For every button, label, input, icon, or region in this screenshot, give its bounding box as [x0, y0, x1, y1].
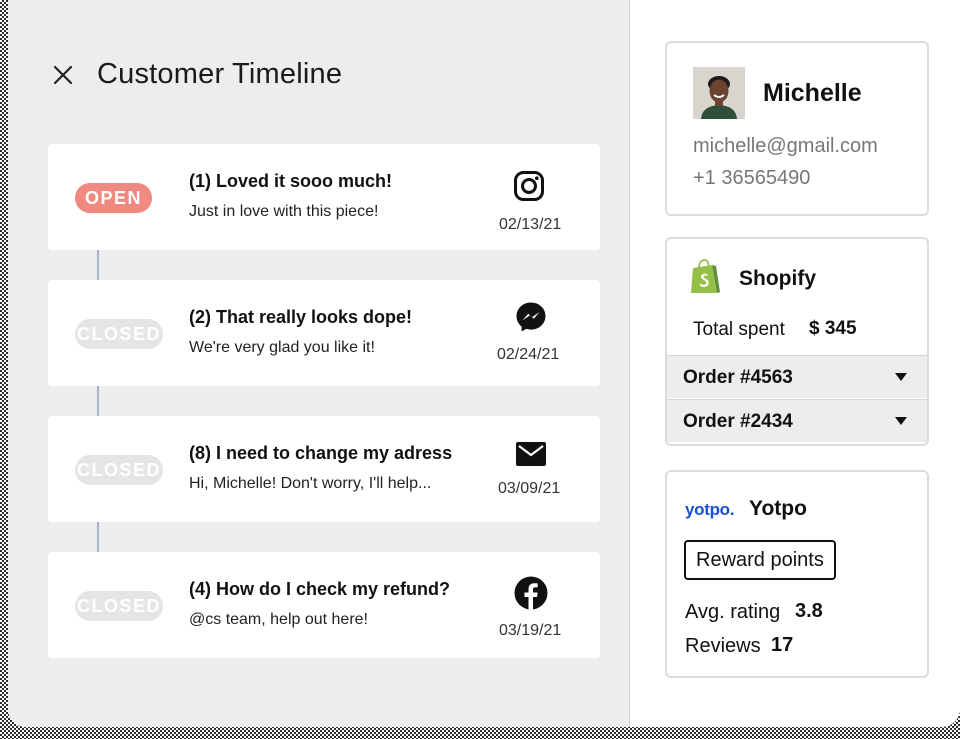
customer-sidebar: Michelle michelle@gmail.com +1 36565490 … — [631, 0, 960, 727]
order-label: Order #4563 — [683, 367, 793, 388]
status-badge: OPEN — [75, 183, 152, 213]
order-dropdown[interactable]: Order #4563 — [667, 355, 927, 398]
reviews-value: 17 — [771, 634, 794, 656]
message-title: (4) How do I check my refund? — [189, 579, 451, 599]
order-dropdown[interactable]: Order #2434 — [667, 399, 927, 442]
timeline-pane: Customer Timeline OPEN (1) Loved it sooo… — [8, 0, 630, 727]
shopify-card: Shopify Total spent $ 345 Order #4563 Or… — [665, 237, 929, 446]
status-badge: CLOSED — [75, 455, 163, 485]
page-title: Customer Timeline — [97, 58, 343, 90]
message-preview: Just in love with this piece! — [189, 203, 379, 220]
rating-value: 3.8 — [795, 600, 823, 622]
customer-phone: +1 36565490 — [693, 167, 811, 189]
shopify-icon — [689, 259, 721, 295]
timeline-list: OPEN (1) Loved it sooo much! Just in lov… — [48, 144, 600, 658]
message-date: 03/19/21 — [499, 622, 562, 639]
mail-icon — [514, 437, 548, 471]
timeline-card[interactable]: CLOSED (8) I need to change my adress Hi… — [48, 416, 600, 522]
customer-card: Michelle michelle@gmail.com +1 36565490 — [665, 41, 929, 216]
chevron-down-icon — [895, 417, 907, 425]
close-icon[interactable] — [52, 64, 74, 86]
timeline-card[interactable]: CLOSED (4) How do I check my refund? @cs… — [48, 552, 600, 658]
message-title: (1) Loved it sooo much! — [189, 171, 393, 191]
rating-label: Avg. rating — [685, 601, 781, 623]
timeline-connector — [97, 250, 99, 280]
total-spent-value: $ 345 — [809, 318, 857, 339]
order-label: Order #2434 — [683, 411, 793, 432]
facebook-icon — [514, 576, 548, 610]
message-preview: @cs team, help out here! — [189, 611, 368, 628]
instagram-icon — [512, 169, 546, 203]
timeline-connector — [97, 522, 99, 552]
message-title: (2) That really looks dope! — [189, 307, 413, 327]
reward-points-button[interactable]: Reward points — [684, 540, 836, 580]
message-date: 02/24/21 — [497, 346, 560, 363]
timeline-header: Customer Timeline — [52, 58, 342, 91]
messenger-icon — [514, 300, 548, 334]
timeline-connector — [97, 386, 99, 416]
customer-email: michelle@gmail.com — [693, 135, 878, 157]
message-date: 03/09/21 — [498, 480, 561, 497]
message-title: (8) I need to change my adress — [189, 443, 453, 463]
avatar — [693, 67, 745, 119]
yotpo-card: yotpo. Yotpo Reward points Avg. rating 3… — [665, 470, 929, 678]
timeline-card[interactable]: OPEN (1) Loved it sooo much! Just in lov… — [48, 144, 600, 250]
status-badge: CLOSED — [75, 319, 163, 349]
chevron-down-icon — [895, 373, 907, 381]
status-badge: CLOSED — [75, 591, 163, 621]
shopify-title: Shopify — [739, 267, 816, 290]
message-preview: Hi, Michelle! Don't worry, I'll help... — [189, 475, 432, 492]
total-spent-label: Total spent — [693, 319, 785, 340]
customer-window: Customer Timeline OPEN (1) Loved it sooo… — [8, 0, 960, 727]
message-preview: We're very glad you like it! — [189, 339, 375, 356]
yotpo-logo: yotpo. — [685, 500, 735, 519]
timeline-card[interactable]: CLOSED (2) That really looks dope! We're… — [48, 280, 600, 386]
message-date: 02/13/21 — [499, 216, 562, 233]
yotpo-title: Yotpo — [749, 497, 807, 520]
customer-name: Michelle — [763, 79, 862, 107]
reviews-label: Reviews — [685, 635, 761, 657]
